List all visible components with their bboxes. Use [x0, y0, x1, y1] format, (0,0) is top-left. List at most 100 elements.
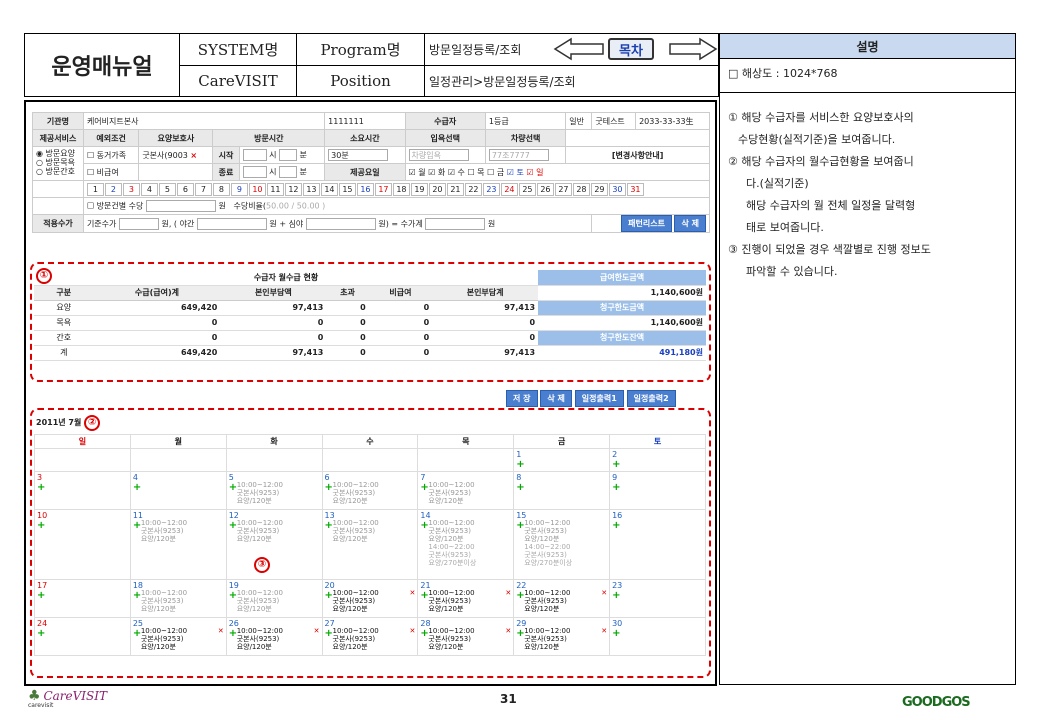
day-button[interactable]: 31 — [626, 182, 644, 196]
schedule-entry[interactable]: 10:00~12:00 굿본사(9253) 요양/120분 — [141, 519, 224, 543]
calendar-day[interactable]: 27 +10:00~12:00 굿본사(9253) 요양/120분 ✕ — [321, 617, 419, 656]
day-button[interactable]: 1 — [86, 182, 104, 196]
add-schedule-icon[interactable]: + — [133, 590, 141, 601]
day-button[interactable]: 29 — [590, 182, 608, 196]
calendar-day[interactable]: 26 +10:00~12:00 굿본사(9253) 요양/120분 ✕ — [225, 617, 323, 656]
schedule-entry[interactable]: 10:00~12:00 굿본사(9253) 요양/120분 ✕ — [141, 627, 224, 651]
schedule-entry[interactable]: 10:00~12:00 굿본사(9253) 요양/120분 ✕ — [428, 589, 511, 613]
calendar-day[interactable]: 29 +10:00~12:00 굿본사(9253) 요양/120분 ✕ — [513, 617, 611, 656]
calendar-day[interactable] — [34, 448, 131, 472]
cancel-icon[interactable]: ✕ — [601, 589, 607, 597]
calendar-day[interactable]: 1 + — [513, 448, 611, 472]
schedule-entry[interactable]: 10:00~12:00 굿본사(9253) 요양/120분 — [141, 589, 224, 613]
calendar-day[interactable]: 28 +10:00~12:00 굿본사(9253) 요양/120분 ✕ — [417, 617, 515, 656]
day-button[interactable]: 16 — [356, 182, 374, 196]
day-button[interactable]: 24 — [500, 182, 518, 196]
day-button[interactable]: 27 — [554, 182, 572, 196]
day-button[interactable]: 6 — [176, 182, 194, 196]
calendar-day[interactable]: 4 + — [129, 471, 227, 510]
calendar-day[interactable]: 24 + — [34, 617, 131, 656]
day-button[interactable]: 18 — [392, 182, 410, 196]
day-button[interactable]: 8 — [212, 182, 230, 196]
nonpay-checkbox[interactable]: ☐ 비급여 — [82, 163, 140, 181]
calendar-day[interactable]: 5 +10:00~12:00 굿본사(9253) 요양/120분 — [225, 471, 323, 510]
duration-select[interactable]: 30분 — [324, 146, 406, 164]
cancel-icon[interactable]: ✕ — [505, 589, 511, 597]
calendar-day[interactable]: 16 + — [609, 509, 706, 580]
add-schedule-icon[interactable]: + — [612, 459, 620, 470]
day-button[interactable]: 3 — [122, 182, 140, 196]
day-button[interactable]: 10 — [248, 182, 266, 196]
svc-radio-visit[interactable]: ◉ 방문요양 — [36, 149, 80, 158]
cancel-icon[interactable]: ✕ — [410, 589, 416, 597]
add-schedule-icon[interactable]: + — [516, 459, 524, 470]
add-schedule-icon[interactable]: + — [229, 628, 237, 639]
add-schedule-icon[interactable]: + — [37, 590, 45, 601]
calendar-day[interactable]: 13 +10:00~12:00 굿본사(9253) 요양/120분 — [321, 509, 419, 580]
calendar-day[interactable] — [225, 448, 323, 472]
calendar-day[interactable]: 8 + — [513, 471, 611, 510]
form-delete-button[interactable]: 삭 제 — [674, 215, 706, 232]
schedule-entry[interactable]: 10:00~12:00 굿본사(9253) 요양/120분 — [237, 589, 320, 613]
day-button[interactable]: 9 — [230, 182, 248, 196]
schedule-entry[interactable]: 10:00~12:00 굿본사(9253) 요양/120분 14:00~22:00 굿본… — [524, 519, 607, 567]
svc-radio-nurse[interactable]: ○ 방문간호 — [36, 167, 80, 176]
end-time-field[interactable]: 시 분 — [238, 163, 326, 181]
calendar-day[interactable]: 6 +10:00~12:00 굿본사(9253) 요양/120분 — [321, 471, 419, 510]
schedule-entry[interactable]: 10:00~12:00 굿본사(9253) 요양/120분 — [333, 519, 416, 543]
day-button[interactable]: 7 — [194, 182, 212, 196]
day-button[interactable]: 12 — [284, 182, 302, 196]
add-schedule-icon[interactable]: + — [325, 482, 333, 493]
schedule-entry[interactable]: 10:00~12:00 굿본사(9253) 요양/120분 — [237, 481, 320, 505]
calendar-day[interactable]: 10 + — [34, 509, 131, 580]
calendar-day[interactable]: 12 +10:00~12:00 굿본사(9253) 요양/120분 — [225, 509, 323, 580]
calendar-day[interactable]: 20 +10:00~12:00 굿본사(9253) 요양/120분 ✕ — [321, 579, 419, 618]
day-button[interactable]: 11 — [266, 182, 284, 196]
save-button[interactable]: 저 장 — [506, 390, 538, 407]
prev-arrow-icon[interactable] — [553, 37, 605, 61]
day-button[interactable]: 26 — [536, 182, 554, 196]
schedule-entry[interactable]: 10:00~12:00 굿본사(9253) 요양/120분 ✕ — [333, 627, 416, 651]
calendar-day[interactable]: 19 +10:00~12:00 굿본사(9253) 요양/120분 — [225, 579, 323, 618]
add-schedule-icon[interactable]: + — [133, 482, 141, 493]
add-schedule-icon[interactable]: + — [325, 628, 333, 639]
pattern-list-button[interactable]: 패턴리스트 — [621, 215, 672, 232]
add-schedule-icon[interactable]: + — [229, 520, 237, 531]
day-button[interactable]: 13 — [302, 182, 320, 196]
calendar-day[interactable]: 23 + — [609, 579, 706, 618]
cancel-icon[interactable]: ✕ — [601, 627, 607, 635]
calendar-day[interactable]: 25 +10:00~12:00 굿본사(9253) 요양/120분 ✕ — [129, 617, 227, 656]
calendar-day[interactable]: 2 + — [609, 448, 706, 472]
entry-select[interactable]: 차량입욕 — [404, 146, 486, 164]
day-button[interactable]: 21 — [446, 182, 464, 196]
add-schedule-icon[interactable]: + — [325, 590, 333, 601]
day-button[interactable]: 20 — [428, 182, 446, 196]
schedule-entry[interactable]: 10:00~12:00 굿본사(9253) 요양/120분 ✕ — [524, 627, 607, 651]
add-schedule-icon[interactable]: + — [325, 520, 333, 531]
print2-button[interactable]: 일정출력2 — [626, 390, 676, 407]
schedule-entry[interactable]: 10:00~12:00 굿본사(9253) 요양/120분 — [237, 519, 320, 543]
add-schedule-icon[interactable]: + — [37, 628, 45, 639]
print1-button[interactable]: 일정출력1 — [574, 390, 624, 407]
next-arrow-icon[interactable] — [668, 37, 718, 61]
day-button[interactable]: 22 — [464, 182, 482, 196]
schedule-entry[interactable]: 10:00~12:00 굿본사(9253) 요양/120분 ✕ — [428, 627, 511, 651]
calendar-day[interactable]: 7 +10:00~12:00 굿본사(9253) 요양/120분 — [417, 471, 515, 510]
day-button[interactable]: 15 — [338, 182, 356, 196]
day-button[interactable]: 23 — [482, 182, 500, 196]
caregiver-field[interactable]: 굿본사(9003 × — [138, 146, 214, 164]
change-notice-link[interactable]: [변경사항안내] — [565, 146, 710, 164]
add-schedule-icon[interactable]: + — [229, 590, 237, 601]
day-button[interactable]: 30 — [608, 182, 626, 196]
cancel-icon[interactable]: ✕ — [410, 627, 416, 635]
calendar-day[interactable] — [321, 448, 419, 472]
day-button[interactable]: 19 — [410, 182, 428, 196]
add-schedule-icon[interactable]: + — [612, 590, 620, 601]
schedule-entry[interactable]: 10:00~12:00 굿본사(9253) 요양/120분 ✕ — [524, 589, 607, 613]
day-button[interactable]: 17 — [374, 182, 392, 196]
add-schedule-icon[interactable]: + — [37, 520, 45, 531]
calendar-day[interactable] — [129, 448, 227, 472]
family-checkbox[interactable]: ☐ 동거가족 — [82, 146, 140, 164]
calendar-day[interactable]: 21 +10:00~12:00 굿본사(9253) 요양/120분 ✕ — [417, 579, 515, 618]
add-schedule-icon[interactable]: + — [133, 628, 141, 639]
